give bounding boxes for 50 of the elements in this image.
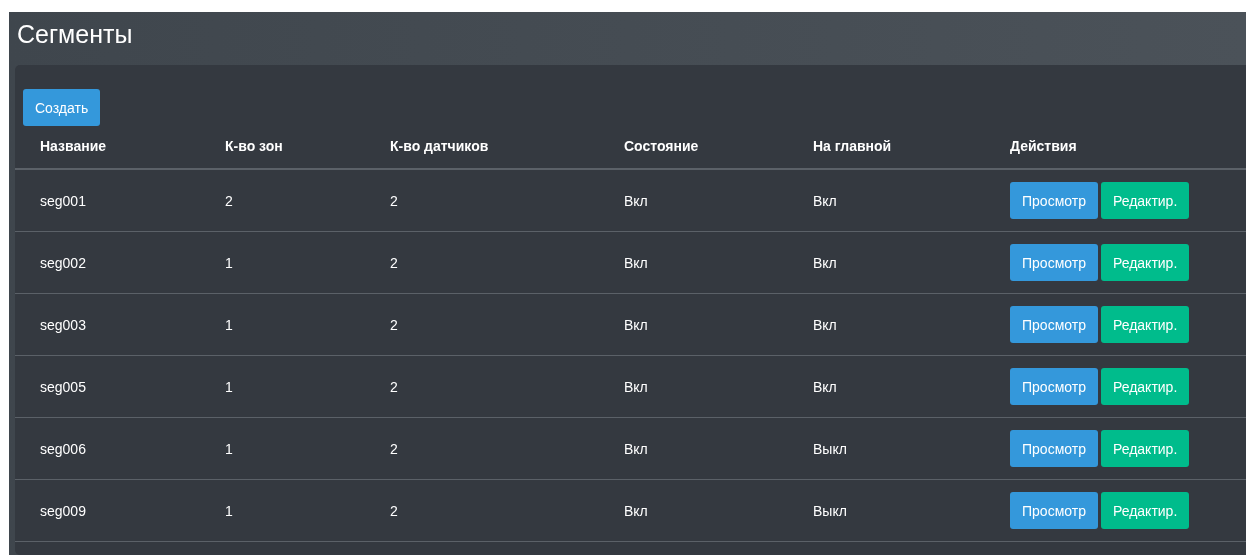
table-cell: 2: [390, 378, 398, 395]
table-cell: seg003: [40, 316, 86, 333]
view-button[interactable]: Просмотр: [1010, 430, 1098, 467]
table-cell: 1: [225, 502, 233, 519]
table-cell: 2: [390, 440, 398, 457]
table-cell: 1: [225, 378, 233, 395]
table-cell: 2: [225, 192, 233, 209]
edit-button[interactable]: Редактир.: [1100, 306, 1190, 343]
column-header: Состояние: [624, 138, 699, 154]
column-header: К-во зон: [225, 138, 283, 154]
table-cell: seg002: [40, 254, 86, 271]
table-cell: 1: [225, 440, 233, 457]
edit-button[interactable]: Редактир.: [1100, 182, 1190, 219]
view-button[interactable]: Просмотр: [1010, 182, 1098, 219]
column-header: Действия: [1010, 138, 1077, 154]
table-cell: Вкл: [624, 316, 648, 333]
table-cell: 2: [390, 502, 398, 519]
view-button[interactable]: Просмотр: [1010, 368, 1098, 405]
column-header: На главной: [813, 138, 892, 154]
table-cell: 1: [225, 254, 233, 271]
view-button[interactable]: Просмотр: [1010, 492, 1098, 529]
view-button[interactable]: Просмотр: [1010, 306, 1098, 343]
table-cell: Вкл: [624, 254, 648, 271]
table-cell: Вкл: [624, 378, 648, 395]
create-button[interactable]: Создать: [23, 89, 101, 126]
table-cell: 2: [390, 316, 398, 333]
table-cell: 1: [225, 316, 233, 333]
table-cell: seg001: [40, 192, 86, 209]
table-cell: Вкл: [624, 192, 648, 209]
table-cell: Вкл: [813, 192, 837, 209]
table-cell: 2: [390, 254, 398, 271]
table-cell: Вкл: [624, 502, 648, 519]
edit-button[interactable]: Редактир.: [1100, 492, 1190, 529]
column-header: Название: [40, 138, 107, 154]
edit-button[interactable]: Редактир.: [1100, 430, 1190, 467]
table-cell: Выкл: [813, 440, 847, 457]
table-cell: seg009: [40, 502, 86, 519]
table-cell: Вкл: [813, 378, 837, 395]
edit-button[interactable]: Редактир.: [1100, 368, 1190, 405]
column-header: К-во датчиков: [390, 138, 489, 154]
table-cell: seg006: [40, 440, 86, 457]
edit-button[interactable]: Редактир.: [1100, 244, 1190, 281]
page-title: Сегменты: [16, 19, 133, 50]
table-cell: seg005: [40, 378, 86, 395]
table-cell: Вкл: [624, 440, 648, 457]
table-cell: Вкл: [813, 254, 837, 271]
view-button[interactable]: Просмотр: [1010, 244, 1098, 281]
table-cell: Вкл: [813, 316, 837, 333]
table-cell: Выкл: [813, 502, 847, 519]
table-cell: 2: [390, 192, 398, 209]
